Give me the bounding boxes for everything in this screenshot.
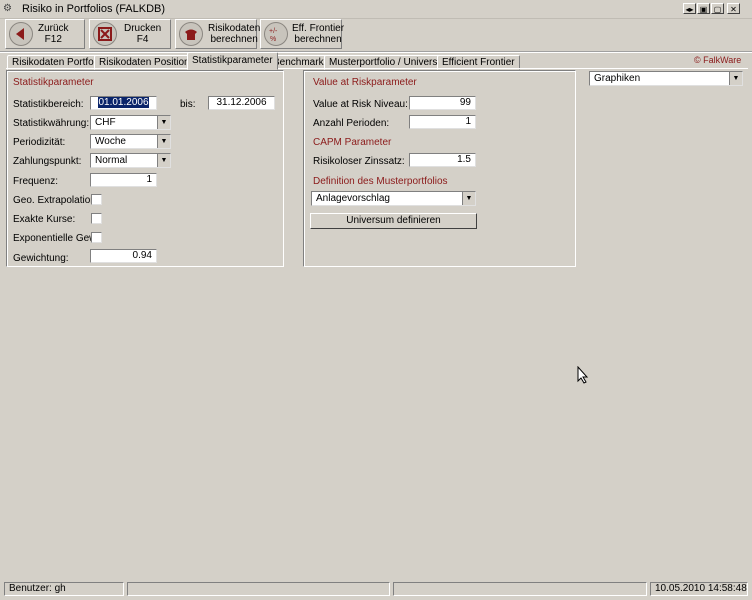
statistikbereich-label: Statistikbereich:: [13, 99, 84, 110]
back-label: Zurück: [38, 23, 69, 34]
minimize-button[interactable]: ▣: [697, 3, 710, 14]
status-panel-3: [393, 582, 647, 596]
waehrung-select[interactable]: CHF ▼: [90, 115, 171, 130]
zahlungspunkt-select[interactable]: Normal ▼: [90, 153, 171, 168]
calc-risk-label2: berechnen: [210, 34, 258, 45]
zinssatz-field[interactable]: 1.5: [409, 153, 476, 167]
exponentielle-gew-label: Exponentielle Gew.:: [13, 233, 102, 244]
statistikbereich-to-field[interactable]: 31.12.2006: [208, 96, 275, 110]
frequenz-label: Frequenz:: [13, 176, 59, 187]
back-shortcut: F12: [44, 34, 62, 45]
title-bar: ⚙ Risiko in Portfolios (FALKDB) ◂▸ ▣ ▢ ✕: [0, 0, 752, 19]
mouse-cursor-icon: [577, 366, 589, 384]
chevron-down-icon: ▼: [157, 154, 170, 167]
chevron-down-icon: ▼: [729, 72, 742, 85]
print-icon: [93, 22, 117, 46]
calc-risk-label: Risikodaten: [208, 23, 261, 34]
chevron-down-icon: ▼: [157, 135, 170, 148]
calc-frontier-label: Eff. Frontier: [292, 23, 345, 34]
zinssatz-label: Risikoloser Zinssatz:: [313, 156, 405, 167]
back-button[interactable]: Zurück F12: [5, 19, 85, 49]
restore-arrows-icon[interactable]: ◂▸: [683, 3, 696, 14]
toolbar-separator: [0, 51, 752, 53]
exponentielle-gew-checkbox[interactable]: [91, 232, 102, 243]
svg-text:+/-: +/-: [269, 28, 278, 35]
statistik-heading: Statistikparameter: [13, 77, 94, 88]
zahlungspunkt-label: Zahlungspunkt:: [13, 156, 82, 167]
close-button[interactable]: ✕: [727, 3, 740, 14]
anzahl-perioden-label: Anzahl Perioden:: [313, 118, 390, 129]
print-shortcut: F4: [136, 34, 149, 45]
chevron-down-icon: ▼: [157, 116, 170, 129]
exakte-kurse-checkbox[interactable]: [91, 213, 102, 224]
periodizitaet-label: Periodizität:: [13, 137, 66, 148]
brand-label: © FalkWare: [694, 55, 742, 65]
tab-statistikparameter[interactable]: Statistikparameter: [187, 52, 278, 70]
musterportfolio-heading: Definition des Musterportfolios: [313, 176, 448, 187]
back-arrow-icon: [9, 22, 33, 46]
phone-risk-icon: [179, 22, 203, 46]
periodizitaet-select[interactable]: Woche ▼: [90, 134, 171, 149]
waehrung-label: Statistikwährung:: [13, 118, 90, 129]
gewichtung-label: Gewichtung:: [13, 253, 69, 264]
universum-definieren-button[interactable]: Universum definieren: [310, 213, 477, 229]
window-title: Risiko in Portfolios (FALKDB): [22, 3, 166, 15]
svg-text:%: %: [270, 36, 276, 43]
frequenz-field[interactable]: 1: [90, 173, 157, 187]
var-niveau-field[interactable]: 99: [409, 96, 476, 110]
print-label: Drucken: [124, 23, 162, 34]
gewichtung-field[interactable]: 0.94: [90, 249, 157, 263]
musterportfolio-select[interactable]: Anlagevorschlag ▼: [311, 191, 476, 206]
calc-frontier-button[interactable]: +/-% Eff. Frontier berechnen: [260, 19, 345, 49]
calc-risk-button[interactable]: Risikodaten berechnen: [175, 19, 261, 49]
status-datetime: 10.05.2010 14:58:48: [650, 582, 748, 596]
tab-baseline: [6, 68, 748, 69]
chevron-down-icon: ▼: [462, 192, 475, 205]
capm-heading: CAPM Parameter: [313, 137, 392, 148]
status-panel-2: [127, 582, 390, 596]
var-heading: Value at Riskparameter: [313, 77, 417, 88]
statistikbereich-from-field[interactable]: 01.01.2006: [90, 96, 157, 110]
exakte-kurse-label: Exakte Kurse:: [13, 214, 76, 225]
maximize-button[interactable]: ▢: [711, 3, 724, 14]
calc-frontier-label2: berechnen: [294, 34, 342, 45]
anzahl-perioden-field[interactable]: 1: [409, 115, 476, 129]
percent-calc-icon: +/-%: [264, 22, 288, 46]
var-niveau-label: Value at Risk Niveau:: [313, 99, 408, 110]
app-icon: ⚙: [3, 3, 12, 14]
print-button[interactable]: Drucken F4: [89, 19, 171, 49]
geo-extrapolation-label: Geo. Extrapolation:: [13, 195, 99, 206]
bis-label: bis:: [180, 99, 196, 110]
geo-extrapolation-checkbox[interactable]: [91, 194, 102, 205]
status-user: Benutzer: gh: [4, 582, 124, 596]
graphiken-select[interactable]: Graphiken ▼: [589, 71, 743, 86]
